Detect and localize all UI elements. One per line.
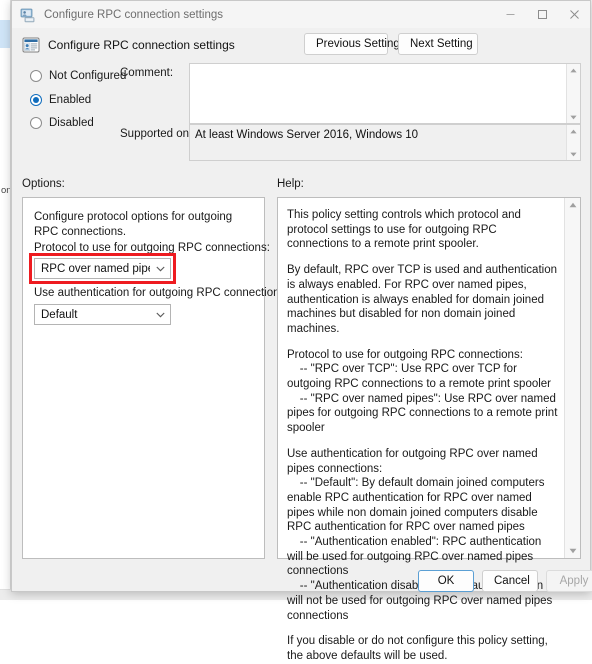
scroll-up-icon[interactable] <box>567 125 580 137</box>
scroll-up-icon[interactable] <box>567 64 580 76</box>
comment-field[interactable] <box>189 63 581 124</box>
background-selected-row <box>0 20 10 48</box>
protocol-combobox[interactable]: RPC over named pipes <box>34 258 171 279</box>
cancel-button[interactable]: Cancel <box>482 570 538 592</box>
setting-title: Configure RPC connection settings <box>48 38 235 52</box>
help-scrollbar[interactable] <box>564 198 580 558</box>
minimize-icon[interactable] <box>494 1 526 28</box>
setting-header: Configure RPC connection settings <box>12 28 590 62</box>
apply-button: Apply <box>546 570 592 592</box>
supported-on-scrollbar[interactable] <box>566 125 580 160</box>
radio-enabled-mark <box>30 94 42 106</box>
help-label: Help: <box>277 178 304 190</box>
window-controls <box>494 1 590 28</box>
next-setting-button[interactable]: Next Setting <box>398 33 478 55</box>
radio-disabled-label: Disabled <box>49 117 94 129</box>
protocol-label: Protocol to use for outgoing RPC connect… <box>34 242 270 254</box>
help-pane: This policy setting controls which proto… <box>277 197 581 662</box>
help-paragraph: By default, RPC over TCP is used and aut… <box>287 264 561 335</box>
help-paragraph: Use authentication for outgoing RPC over… <box>287 447 553 622</box>
radio-disabled-mark <box>30 117 42 129</box>
chevron-down-icon <box>150 266 170 272</box>
radio-not-configured-label: Not Configured <box>49 70 127 82</box>
options-pane: Configure protocol options for outgoing … <box>22 197 289 559</box>
radio-enabled-label: Enabled <box>49 94 92 106</box>
previous-setting-button[interactable]: Previous Setting <box>304 33 400 55</box>
comment-scrollbar[interactable] <box>566 64 580 123</box>
radio-enabled[interactable]: Enabled <box>30 94 91 106</box>
help-paragraph: This policy setting controls which proto… <box>287 209 525 251</box>
options-intro-text: Configure protocol options for outgoing … <box>34 211 233 238</box>
background-list-panel <box>0 0 11 600</box>
policy-setting-dialog: Configure RPC connection settings Config… <box>11 0 592 662</box>
maximize-icon[interactable] <box>526 1 558 28</box>
radio-not-configured-mark <box>30 70 42 82</box>
supported-on-value: At least Windows Server 2016, Windows 10 <box>190 125 566 160</box>
comment-value[interactable] <box>190 64 566 123</box>
chevron-down-icon <box>150 312 170 318</box>
ok-button[interactable]: OK <box>418 570 474 592</box>
help-paragraph: If you disable or do not configure this … <box>287 635 552 662</box>
help-text: This policy setting controls which proto… <box>287 208 559 664</box>
authentication-value: Default <box>41 308 78 321</box>
close-icon[interactable] <box>558 1 590 28</box>
supported-on-label: Supported on: <box>120 128 193 140</box>
scroll-up-icon[interactable] <box>565 198 580 212</box>
background-list-text: onfi sto en d P ray b allc ang na d P y … <box>1 185 10 196</box>
scroll-down-icon[interactable] <box>567 148 580 160</box>
radio-not-configured[interactable]: Not Configured <box>30 70 126 82</box>
protocol-value: RPC over named pipes <box>41 262 150 275</box>
options-label: Options: <box>22 178 65 190</box>
authentication-combobox[interactable]: Default <box>34 304 171 325</box>
supported-on-field: At least Windows Server 2016, Windows 10 <box>189 124 581 161</box>
authentication-label: Use authentication for outgoing RPC conn… <box>34 287 289 299</box>
title-bar: Configure RPC connection settings <box>12 1 590 28</box>
help-paragraph: Protocol to use for outgoing RPC connect… <box>287 348 558 435</box>
setting-icon <box>22 36 40 54</box>
window-title: Configure RPC connection settings <box>44 8 223 21</box>
comment-label: Comment: <box>120 67 174 79</box>
scroll-down-icon[interactable] <box>565 544 580 558</box>
policy-window-icon <box>20 7 36 23</box>
radio-disabled[interactable]: Disabled <box>30 117 94 129</box>
scroll-down-icon[interactable] <box>567 111 580 123</box>
footer-divider <box>12 564 590 565</box>
